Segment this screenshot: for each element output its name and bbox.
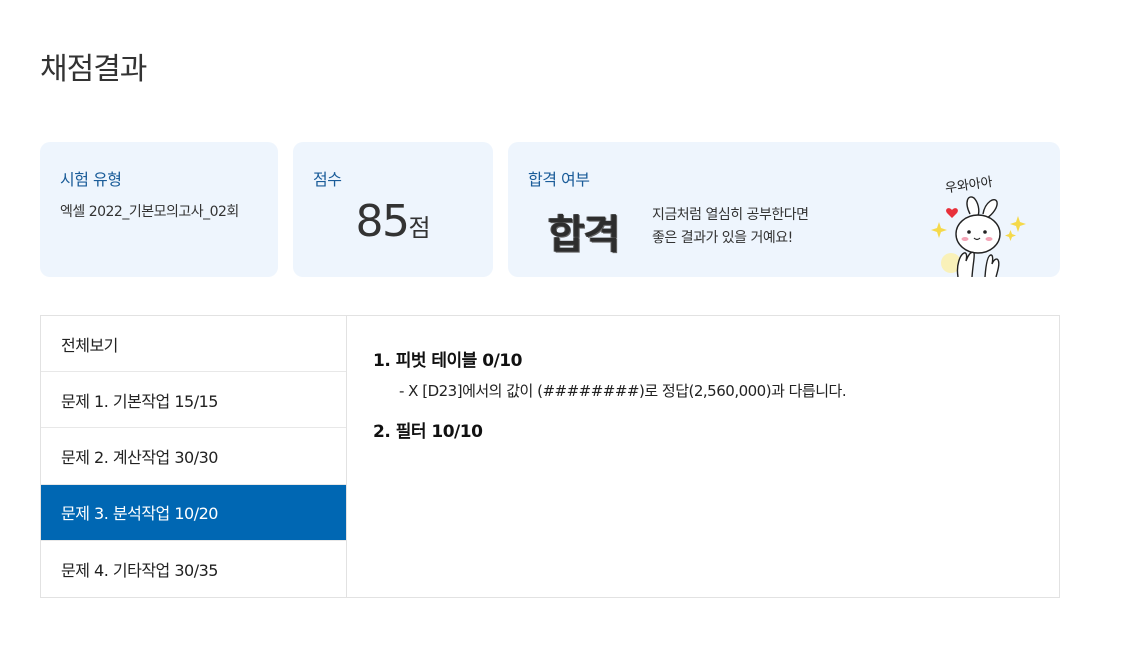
page-title: 채점결과 (40, 52, 147, 87)
question-sidebar: 전체보기 문제 1. 기본작업 15/15 문제 2. 계산작업 30/30 문… (41, 316, 347, 597)
pass-result-label: 합격 여부 (528, 170, 590, 189)
sidebar-item-question-1[interactable]: 문제 1. 기본작업 15/15 (41, 372, 346, 429)
sidebar-item-question-3[interactable]: 문제 3. 분석작업 10/20 (41, 484, 346, 541)
sidebar-item-question-2[interactable]: 문제 2. 계산작업 30/30 (41, 428, 346, 485)
grading-panel: 전체보기 문제 1. 기본작업 15/15 문제 2. 계산작업 30/30 문… (40, 315, 1060, 598)
score-unit: 점 (408, 214, 431, 242)
pass-message: 지금처럼 열심히 공부한다면 좋은 결과가 있을 거예요! (652, 204, 809, 250)
question-detail: 1. 피벗 테이블 0/10 - X [D23]에서의 값이 (########… (373, 346, 1033, 442)
exam-type-card: 시험 유형 엑셀 2022_기본모의고사_02회 (40, 142, 278, 277)
pass-stamp: 합격 (548, 211, 621, 258)
question-title: 1. 피벗 테이블 0/10 (373, 351, 522, 371)
question-title: 2. 필터 10/10 (373, 422, 483, 442)
pass-result-card: 합격 여부 합격 지금처럼 열심히 공부한다면 좋은 결과가 있을 거예요! 우… (508, 142, 1060, 277)
mascot-caption: 우와아아 (944, 175, 994, 197)
rabbit-mascot-icon: 우와아아 (931, 175, 1026, 277)
pass-message-line1: 지금처럼 열심히 공부한다면 (652, 207, 809, 223)
score-display: 85점 (293, 196, 493, 247)
score-value: 85 (355, 196, 410, 247)
sidebar-item-all[interactable]: 전체보기 (41, 316, 346, 373)
pass-message-line2: 좋은 결과가 있을 거예요! (652, 230, 793, 246)
sidebar-item-question-4[interactable]: 문제 4. 기타작업 30/35 (41, 541, 346, 597)
question-feedback: - X [D23]에서의 값이 (########)로 정답(2,560,000… (399, 382, 847, 400)
exam-type-value: 엑셀 2022_기본모의고사_02회 (60, 204, 239, 220)
score-label: 점수 (313, 170, 342, 189)
exam-type-label: 시험 유형 (60, 170, 122, 189)
score-card: 점수 85점 (293, 142, 493, 277)
